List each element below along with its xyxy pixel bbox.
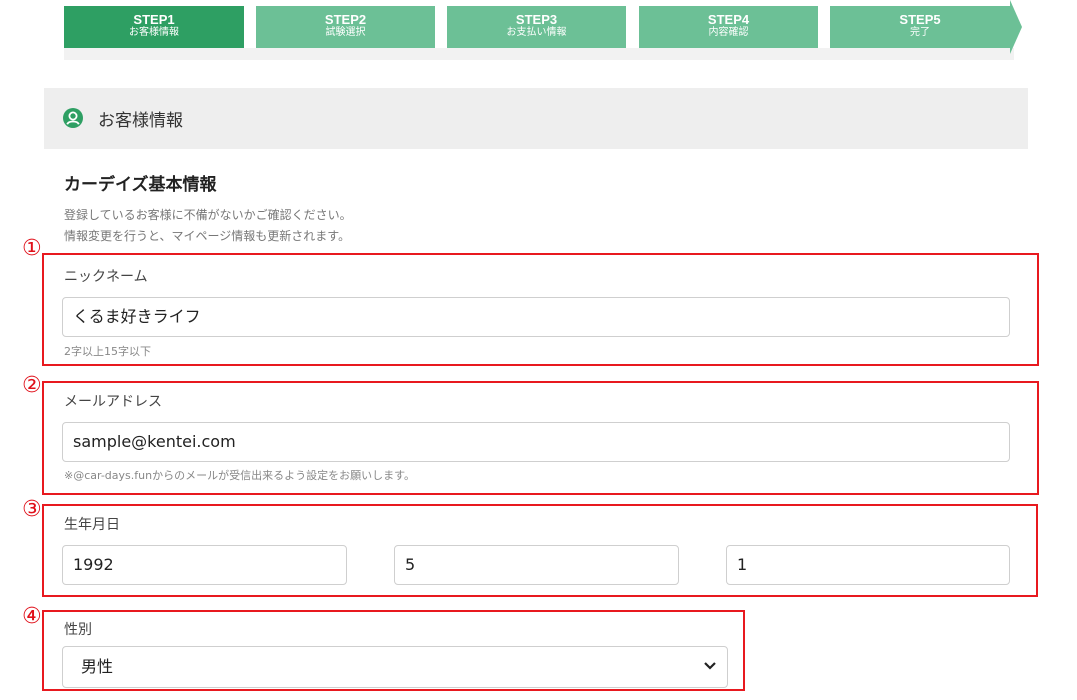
step-3-subtitle: お支払い情報 [506,26,567,38]
step-2-subtitle: 試験選択 [325,26,366,38]
birth-month-input[interactable]: 5 [394,545,679,585]
gender-selected-value: 男性 [81,657,114,676]
step-4: STEP4 内容確認 [639,6,818,48]
step-5: STEP5 完了 [830,0,1022,54]
birthday-label: 生年月日 [64,517,120,533]
section-header: お客様情報 [44,88,1028,149]
step-4-subtitle: 内容確認 [708,26,749,38]
user-icon [63,108,83,128]
nickname-input[interactable]: くるま好きライフ [62,297,1010,337]
nickname-hint: 2字以上15字以下 [64,345,151,358]
basic-info-desc-1: 登録しているお客様に不備がないかご確認ください。 [64,208,352,222]
section-title: お客様情報 [98,111,183,131]
step-1-title: STEP1 [133,12,175,27]
basic-info-desc-2: 情報変更を行うと、マイページ情報も更新されます。 [64,229,351,243]
step-1-subtitle: お客様情報 [129,26,179,38]
steps-underlay [64,48,1014,60]
step-4-title: STEP4 [707,12,750,27]
annotation-marker-1: ① [22,236,42,261]
annotation-marker-2: ② [22,373,42,398]
basic-info-title: カーデイズ基本情報 [64,175,217,195]
chevron-down-icon [704,662,716,670]
birth-day-input[interactable]: 1 [726,545,1010,585]
email-label: メールアドレス [64,394,162,410]
annotation-marker-4: ④ [22,604,42,629]
email-input[interactable]: sample@kentei.com [62,422,1010,462]
email-hint: ※@car-days.funからのメールが受信出来るよう設定をお願いします。 [64,469,415,482]
step-5-subtitle: 完了 [910,26,930,38]
step-progress-bar: STEP1 お客様情報 STEP2 試験選択 STEP3 お支払い情報 STEP… [64,0,1024,54]
nickname-label: ニックネーム [64,269,148,285]
step-3: STEP3 お支払い情報 [447,6,626,48]
annotation-marker-3: ③ [22,497,42,522]
birth-year-input[interactable]: 1992 [62,545,347,585]
step-3-title: STEP3 [515,12,558,27]
step-5-title: STEP5 [899,12,941,27]
step-2-title: STEP2 [324,12,367,27]
step-1: STEP1 お客様情報 [64,6,244,48]
gender-select[interactable]: 男性 [62,646,728,688]
gender-label: 性別 [64,622,92,638]
step-2: STEP2 試験選択 [256,6,435,48]
